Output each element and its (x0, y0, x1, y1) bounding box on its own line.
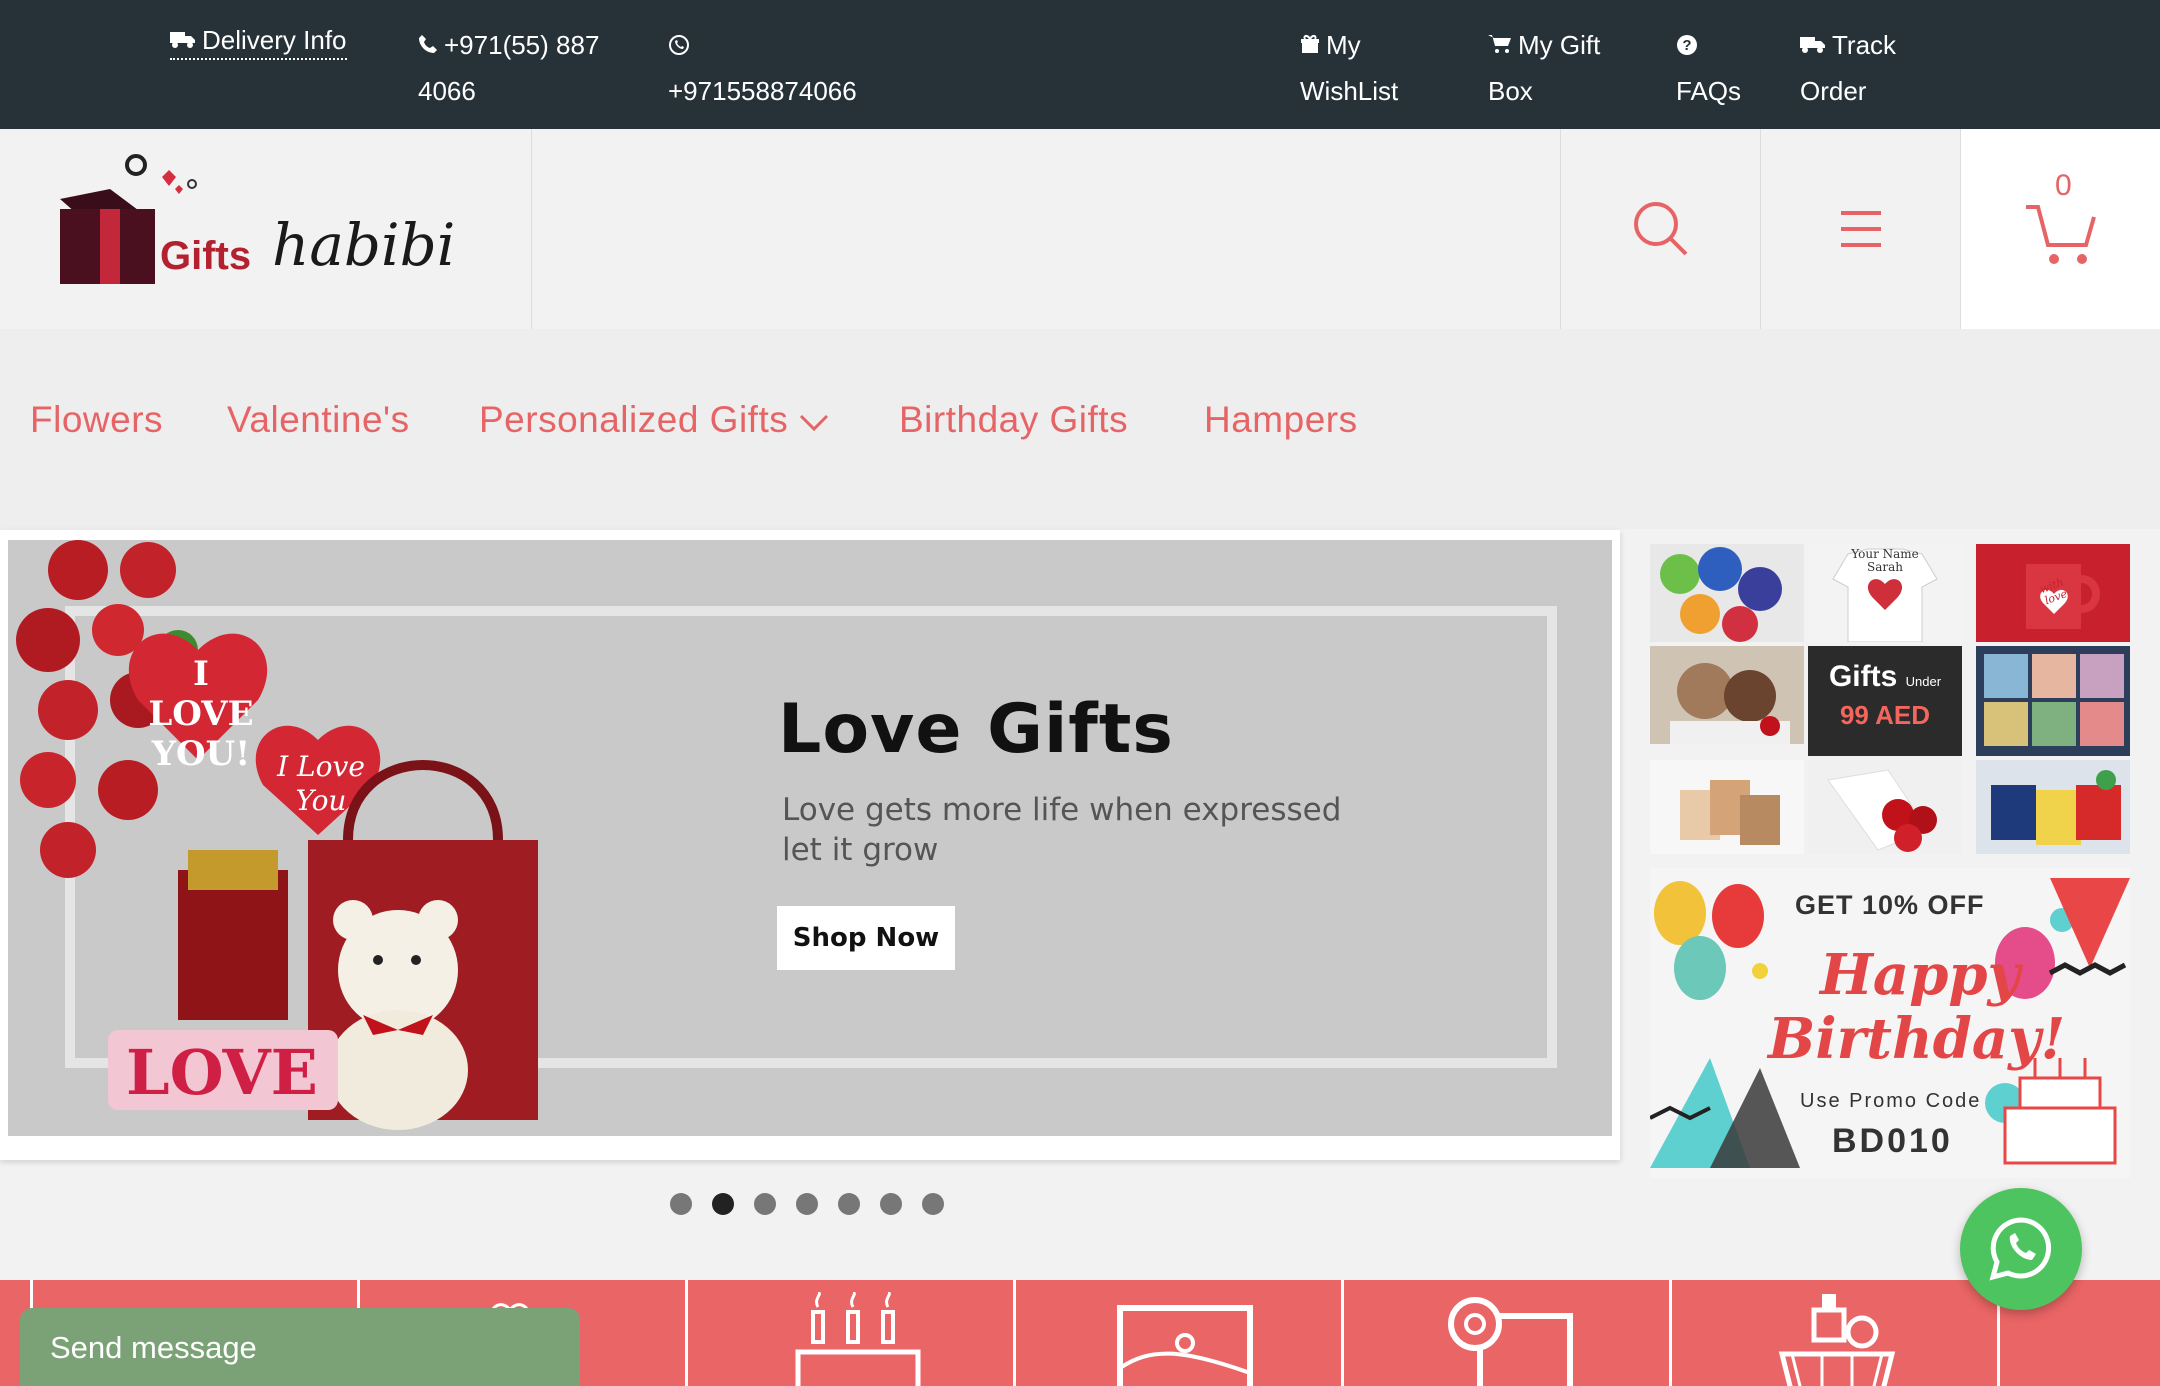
logo-gifts-text: Gifts (160, 234, 252, 278)
birthday-text: Birthday! (1768, 1006, 2066, 1072)
shop-now-button[interactable]: Shop Now (777, 906, 955, 970)
tshirt-text: Your Name Sarah (1851, 547, 1919, 574)
slider-dot[interactable] (880, 1193, 902, 1215)
giftbox-link[interactable]: My Gift Box (1488, 22, 1628, 114)
hero-slider: I LOVE YOU! I Love You LOVE Love Gifts L… (0, 530, 1620, 1160)
slider-dot[interactable] (754, 1193, 776, 1215)
photo-frames-tile (1650, 760, 1804, 854)
delivery-info-link[interactable]: Delivery Info (170, 22, 347, 60)
category-birthday[interactable] (688, 1280, 1013, 1386)
chevron-down-icon (799, 414, 829, 432)
nav-item-valentines[interactable]: Valentine's (227, 399, 410, 441)
whatsapp-icon (1989, 1217, 2052, 1281)
main-nav: Flowers Valentine's Personalized Gifts B… (0, 329, 2160, 529)
cart-button[interactable]: 0 (1960, 129, 2160, 329)
search-button[interactable] (1560, 129, 1760, 329)
header: Gifts habibi 0 (0, 129, 2160, 329)
search-icon (1633, 202, 1687, 256)
cart-icon (2025, 205, 2096, 264)
category-flowers-box[interactable] (1344, 1280, 1669, 1386)
category-personalized[interactable] (1016, 1280, 1341, 1386)
hamper-icon (1778, 1294, 1896, 1386)
flower-box-icon (1448, 1297, 1573, 1386)
tshirt-tile: Your Name Sarah (1808, 544, 1962, 642)
slider-dot[interactable] (838, 1193, 860, 1215)
whatsapp-link[interactable]: +971558874066 (668, 22, 908, 114)
phone-link[interactable]: +971(55) 887 4066 (418, 22, 618, 114)
phone-number: +971(55) 887 4066 (418, 30, 600, 106)
slider-dots (670, 1193, 944, 1215)
category-hampers[interactable] (1672, 1280, 1997, 1386)
mug-tile: with love (1976, 544, 2130, 642)
faqs-link[interactable]: ? FAQs (1676, 22, 1776, 114)
couple-photo-tile (1650, 646, 1804, 744)
balloons-image (1660, 547, 1782, 642)
promo-label: Use Promo Code (1800, 1090, 1982, 1112)
svg-text:?: ? (1682, 37, 1691, 54)
truck-icon (170, 22, 196, 58)
track-order-link[interactable]: Track Order (1800, 22, 1920, 114)
photo-frame-icon (1117, 1305, 1253, 1386)
truck-icon (1800, 22, 1826, 68)
hamburger-icon (1840, 211, 1881, 247)
happy-text: Happy (1820, 942, 2021, 1008)
promo-code: BD010 (1832, 1122, 1953, 1160)
cart-count: 0 (2055, 169, 2072, 202)
under-label: Under (1905, 674, 1942, 689)
whatsapp-number: +971558874066 (668, 76, 857, 106)
gift-icon (1300, 22, 1320, 68)
birthday-promo-banner[interactable]: GET 10% OFF Happy Birthday! Use Promo Co… (1650, 868, 2130, 1178)
nav-item-personalized-gifts[interactable]: Personalized Gifts (479, 399, 829, 441)
nav-item-hampers[interactable]: Hampers (1204, 399, 1358, 441)
photo-collage-tile (1976, 646, 2130, 756)
send-message-button[interactable]: Send message (20, 1308, 580, 1386)
slide-subtitle: Love gets more life when expressed let i… (782, 792, 1342, 868)
gifts-under-99-banner[interactable]: Your Name Sarah with love Gifts Under 99… (1650, 544, 2130, 854)
slider-dot[interactable] (922, 1193, 944, 1215)
faqs-label: FAQs (1676, 76, 1742, 106)
phone-icon (418, 22, 438, 68)
site-logo[interactable]: Gifts habibi (0, 129, 532, 329)
offer-text: GET 10% OFF (1795, 890, 1985, 920)
rose-bouquet-tile (1808, 760, 1962, 854)
top-bar: Delivery Info +971(55) 887 4066 +9715588… (0, 0, 2160, 129)
birthday-cake-icon (795, 1292, 921, 1386)
slider-dot-active[interactable] (712, 1193, 734, 1215)
balloons-tile (1650, 544, 1804, 642)
hero-slide[interactable]: I LOVE YOU! I Love You LOVE Love Gifts L… (8, 540, 1612, 1136)
balloon-text-1: I LOVE YOU! (148, 654, 254, 774)
balloon-text-2: I Love You (277, 750, 365, 817)
question-icon: ? (1676, 22, 1770, 68)
whatsapp-icon (668, 22, 902, 68)
nav-item-personalized-label: Personalized Gifts (479, 399, 789, 440)
wishlist-link[interactable]: My WishList (1300, 22, 1440, 114)
gifts-under-tile: Gifts Under 99 AED (1808, 646, 1962, 756)
love-sign-text: LOVE (126, 1036, 318, 1109)
nav-item-flowers[interactable]: Flowers (30, 399, 163, 441)
slider-dot[interactable] (796, 1193, 818, 1215)
price-label: 99 AED (1839, 700, 1931, 730)
slide-title: Love Gifts (778, 690, 1174, 769)
nav-item-birthday-gifts[interactable]: Birthday Gifts (899, 399, 1128, 441)
slider-dot[interactable] (670, 1193, 692, 1215)
whatsapp-chat-button[interactable] (1960, 1188, 2082, 1310)
mugs-tile (1976, 760, 2130, 854)
cart-icon (1488, 22, 1512, 68)
menu-button[interactable] (1760, 129, 1960, 329)
logo-habibi-text: habibi (272, 211, 456, 279)
delivery-info-label: Delivery Info (202, 25, 347, 55)
gifts-label: Gifts (1828, 660, 1898, 693)
